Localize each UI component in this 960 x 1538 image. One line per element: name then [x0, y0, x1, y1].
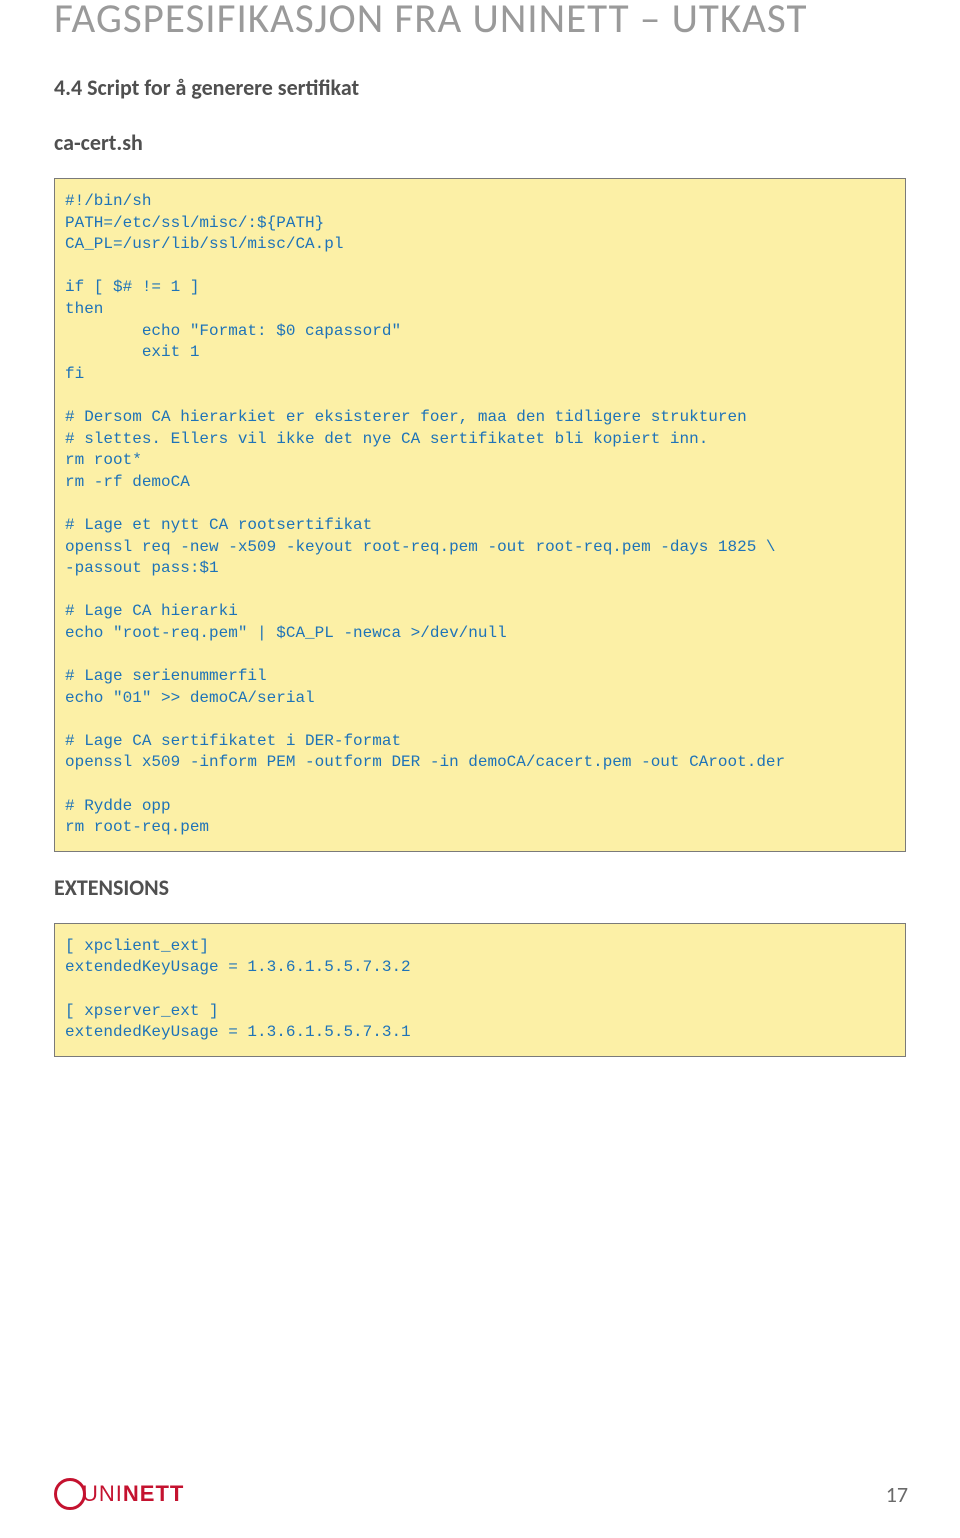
- page-footer: UNINETT 17: [54, 1478, 908, 1510]
- section-heading: 4.4 Script for å generere sertifikat: [54, 74, 906, 101]
- extensions-code-block: [ xpclient_ext] extendedKeyUsage = 1.3.6…: [54, 923, 906, 1057]
- extensions-heading: EXTENSIONS: [54, 874, 906, 901]
- logo-part1: UNI: [82, 1481, 123, 1506]
- content-area: 4.4 Script for å generere sertifikat ca-…: [54, 74, 906, 1079]
- uninett-logo: UNINETT: [54, 1478, 184, 1510]
- logo-text: UNINETT: [82, 1481, 184, 1507]
- page-number: 17: [886, 1481, 908, 1508]
- logo-part2: NETT: [123, 1481, 184, 1506]
- filename-label: ca-cert.sh: [54, 129, 906, 156]
- script-code-block: #!/bin/sh PATH=/etc/ssl/misc/:${PATH} CA…: [54, 178, 906, 852]
- page-header: FAGSPESIFIKASJON FRA UNINETT – UTKAST: [54, 0, 807, 44]
